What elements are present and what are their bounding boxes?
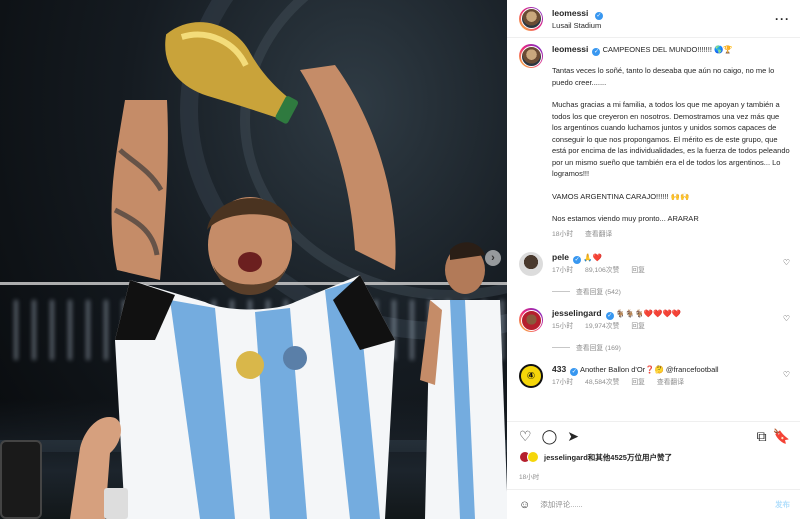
chevron-right-icon: ›: [491, 252, 495, 264]
comment-input[interactable]: [540, 500, 775, 509]
comment-like-icon[interactable]: ♡: [783, 258, 790, 267]
fan-phone: [0, 440, 42, 519]
save-bookmark-icon[interactable]: 🔖: [773, 429, 790, 443]
comment-text: 🙏❤️: [583, 253, 602, 262]
post-location[interactable]: Lusail Stadium: [552, 20, 775, 32]
add-comment-bar: ☺ 发布: [507, 489, 800, 519]
verified-badge-icon: ✓: [570, 368, 579, 376]
commenter-username[interactable]: 433: [552, 364, 566, 374]
likes-summary-text[interactable]: jesselingard和其他4525万位用户赞了: [544, 452, 672, 463]
emoji-smiley-icon[interactable]: ☺: [519, 499, 530, 511]
comment-text: Another Ballon d'Or❓🤔 @francefootball: [579, 365, 719, 374]
caption-headline: CAMPEONES DEL MUNDO!!!!!!! 🌎🏆: [602, 45, 733, 54]
comment-item: pele ✓ 🙏❤️ 17小时 89,106次赞 回复 ♡: [519, 252, 790, 276]
comment-likes[interactable]: 89,106次赞: [585, 267, 619, 274]
view-replies-button[interactable]: 查看回复 (542): [552, 286, 790, 296]
post-header: leomessi ✓ Lusail Stadium ···: [507, 0, 800, 38]
comment-time[interactable]: 17小时: [552, 379, 573, 386]
post-caption: leomessi ✓ CAMPEONES DEL MUNDO!!!!!!! 🌎🏆…: [519, 44, 790, 240]
comment-time[interactable]: 17小时: [552, 267, 573, 274]
verified-badge-icon: ✓: [594, 11, 603, 20]
caption-paragraph: Nos estamos viendo muy pronto... ARARAR: [552, 214, 699, 223]
reply-button[interactable]: 回复: [631, 323, 645, 330]
comment-likes[interactable]: 19,974次赞: [585, 323, 619, 330]
comment-item: jesselingard ✓ 🐐🐐🐐❤️❤️❤️❤️ 15小时 19,974次赞…: [519, 308, 790, 332]
verified-badge-icon: ✓: [592, 48, 601, 56]
commenter-avatar[interactable]: [519, 308, 543, 332]
verified-badge-icon: ✓: [573, 256, 582, 264]
action-bar: ♡ ◯ ➤ ⧉ 🔖: [507, 421, 800, 449]
reply-button[interactable]: 回复: [631, 267, 645, 274]
teammate-figure: [420, 242, 507, 519]
carousel-next-button[interactable]: ›: [485, 250, 501, 266]
commenter-avatar[interactable]: ④: [519, 364, 543, 388]
view-replies-button[interactable]: 查看回复 (169): [552, 342, 790, 352]
comment-bubble-icon[interactable]: ◯: [542, 429, 558, 443]
comment-item: ④ 433 ✓ Another Ballon d'Or❓🤔 @francefoo…: [519, 364, 790, 388]
comments-section: leomessi ✓ CAMPEONES DEL MUNDO!!!!!!! 🌎🏆…: [507, 38, 800, 421]
verified-badge-icon: ✓: [605, 312, 614, 320]
caption-time[interactable]: 18小时: [552, 231, 573, 238]
commenter-username[interactable]: pele: [552, 252, 569, 262]
translate-link[interactable]: 查看翻译: [585, 231, 612, 238]
fan-phone-small: [104, 488, 128, 519]
caption-avatar[interactable]: [519, 44, 543, 68]
carousel-indicator-icon[interactable]: ⧉: [757, 429, 767, 443]
post-sidebar: leomessi ✓ Lusail Stadium ··· leomessi ✓…: [507, 0, 800, 519]
liker-avatar: [527, 451, 539, 463]
caption-username[interactable]: leomessi: [552, 44, 588, 54]
author-username[interactable]: leomessi: [552, 8, 588, 18]
commenter-avatar[interactable]: [519, 252, 543, 276]
author-avatar[interactable]: [519, 6, 543, 31]
comment-like-icon[interactable]: ♡: [783, 370, 790, 379]
caption-paragraph: VAMOS ARGENTINA CARAJO!!!!!! 🙌🙌: [552, 191, 690, 201]
caption-paragraph: Muchas gracias a mi familia, a todos los…: [552, 100, 790, 178]
post-comment-button[interactable]: 发布: [775, 499, 790, 510]
comment-like-icon[interactable]: ♡: [783, 314, 790, 323]
more-options-icon[interactable]: ···: [775, 12, 790, 26]
instagram-post-modal: › leomessi ✓ Lusail Stadium ··· leomessi…: [0, 0, 800, 519]
caption-paragraph: Tantas veces lo soñé, tanto lo deseaba q…: [552, 66, 775, 87]
reply-button[interactable]: 回复: [631, 379, 645, 386]
comment-time[interactable]: 15小时: [552, 323, 573, 330]
translate-link[interactable]: 查看翻译: [657, 379, 684, 386]
post-timestamp[interactable]: 18小时: [507, 465, 800, 489]
comment-text: 🐐🐐🐐❤️❤️❤️❤️: [615, 309, 682, 318]
comment-likes[interactable]: 48,584次赞: [585, 379, 619, 386]
like-heart-icon[interactable]: ♡: [519, 429, 532, 443]
share-paper-plane-icon[interactable]: ➤: [567, 429, 579, 443]
post-photo[interactable]: ›: [0, 0, 507, 519]
commenter-username[interactable]: jesselingard: [552, 308, 602, 318]
likes-summary[interactable]: jesselingard和其他4525万位用户赞了: [507, 449, 800, 465]
